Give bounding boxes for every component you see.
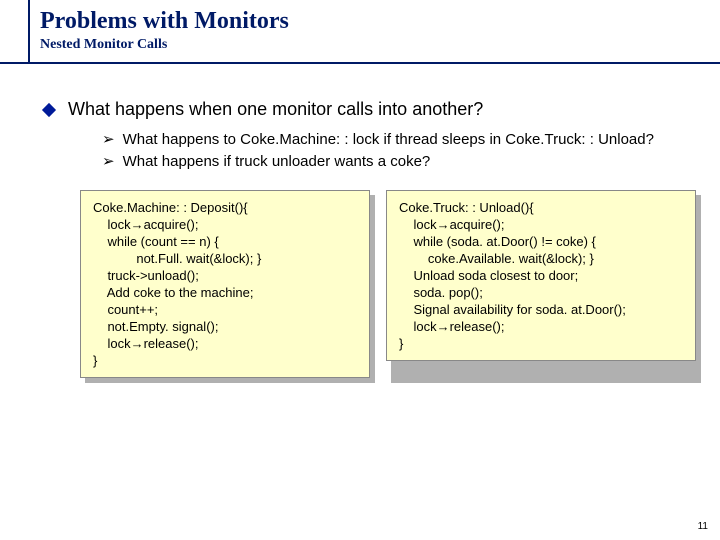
code-box-deposit: Coke.Machine: : Deposit(){ lock→acquire(… bbox=[80, 190, 370, 378]
sub-bullet-list: ➢ What happens to Coke.Machine: : lock i… bbox=[102, 130, 690, 172]
arrow-bullet-icon: ➢ bbox=[102, 130, 115, 150]
main-bullet-text: What happens when one monitor calls into… bbox=[68, 99, 483, 120]
sub-bullet-text: What happens if truck unloader wants a c… bbox=[123, 152, 431, 172]
slide-header: Problems with Monitors Nested Monitor Ca… bbox=[0, 0, 720, 53]
code-box-right-wrap: Coke.Truck: : Unload(){ lock→acquire(); … bbox=[386, 190, 696, 378]
slide-subtitle: Nested Monitor Calls bbox=[40, 37, 720, 53]
slide-title: Problems with Monitors bbox=[40, 8, 720, 35]
sub-bullet: ➢ What happens to Coke.Machine: : lock i… bbox=[102, 130, 690, 150]
diamond-bullet-icon bbox=[42, 103, 56, 117]
code-box-left-wrap: Coke.Machine: : Deposit(){ lock→acquire(… bbox=[80, 190, 370, 378]
slide-body: What happens when one monitor calls into… bbox=[0, 53, 720, 378]
arrow-bullet-icon: ➢ bbox=[102, 152, 115, 172]
page-number: 11 bbox=[698, 521, 708, 532]
sub-bullet: ➢ What happens if truck unloader wants a… bbox=[102, 152, 690, 172]
main-bullet: What happens when one monitor calls into… bbox=[40, 99, 690, 120]
header-vertical-rule bbox=[28, 0, 30, 62]
header-horizontal-rule bbox=[0, 62, 720, 64]
sub-bullet-text: What happens to Coke.Machine: : lock if … bbox=[123, 130, 654, 150]
code-row: Coke.Machine: : Deposit(){ lock→acquire(… bbox=[80, 190, 690, 378]
code-box-unload: Coke.Truck: : Unload(){ lock→acquire(); … bbox=[386, 190, 696, 361]
